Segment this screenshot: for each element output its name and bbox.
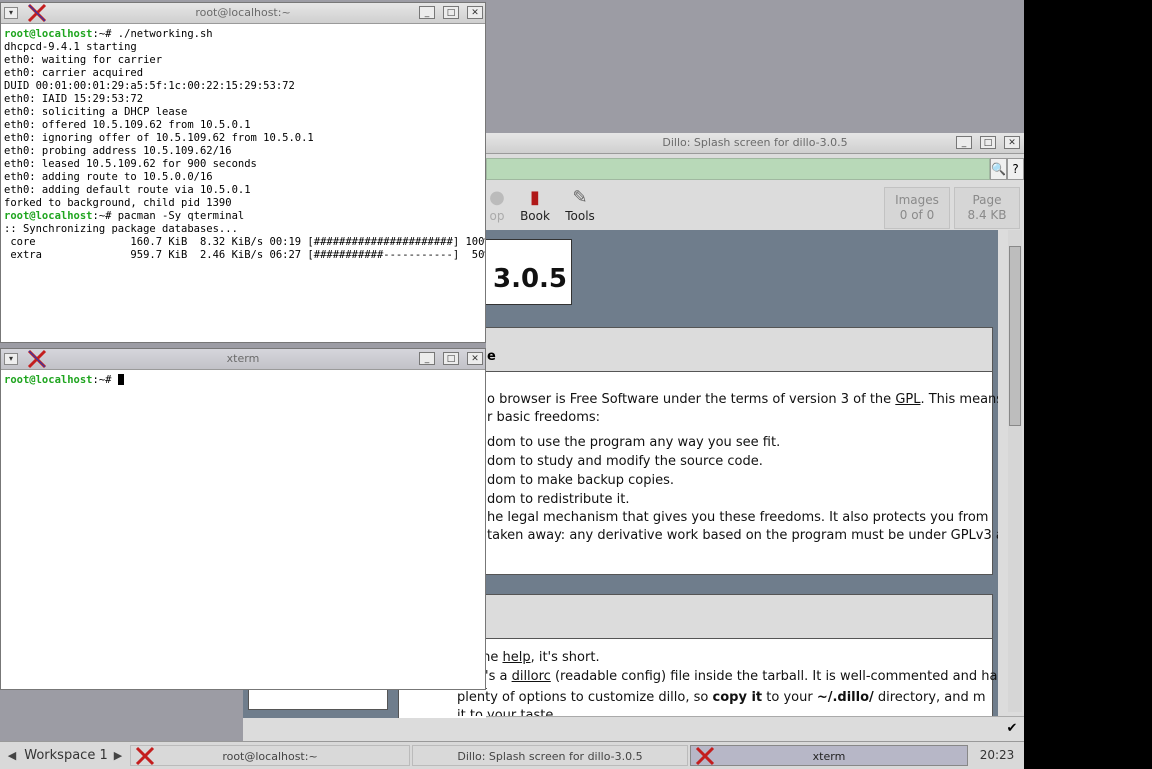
terminal-line: DUID 00:01:00:01:29:a5:5f:1c:00:22:15:29… (4, 80, 295, 92)
x-logo-icon (135, 746, 155, 766)
terminal-line: eth0: adding default route via 10.5.0.1 (4, 184, 251, 196)
terminal-line: eth0: leased 10.5.109.62 for 900 seconds (4, 158, 257, 170)
help-icon[interactable]: ? (1007, 158, 1024, 180)
task-dillo[interactable]: Dillo: Splash screen for dillo-3.0.5 (412, 745, 688, 766)
tools-icon: ✎ (572, 187, 588, 208)
terminal-line: eth0: probing address 10.5.109.62/16 (4, 145, 232, 157)
terminal-prompt: root@localhost (4, 28, 93, 40)
terminal-line: dhcpcd-9.4.1 starting (4, 41, 137, 53)
x-logo-icon (695, 746, 715, 766)
check-icon: ✔ (1006, 721, 1018, 736)
bookmarks-button[interactable]: ▮ Book (518, 187, 552, 223)
terminal-line: core 160.7 KiB 8.32 KiB/s 00:19 [#######… (4, 236, 485, 248)
search-icon[interactable]: 🔍 (990, 158, 1007, 180)
dillo-status-bar: ✔ (486, 716, 1024, 742)
stop-button[interactable]: ● op (486, 187, 508, 223)
terminal-line: :: Synchronizing package databases... (4, 223, 238, 235)
tools-button[interactable]: ✎ Tools (562, 187, 598, 223)
terminal-line: eth0: IAID 15:29:53:72 (4, 93, 144, 105)
terminal-line: extra 959.7 KiB 2.46 KiB/s 06:27 [######… (4, 249, 485, 261)
terminal1-titlebar[interactable]: ▾ root@localhost:~ _ □ ✕ (1, 3, 485, 24)
page-size-status: Page 8.4 KB (954, 187, 1020, 229)
text-cursor (117, 374, 124, 385)
gpl-link[interactable]: GPL (895, 392, 920, 407)
taskbar: ◀ Workspace 1 ▶ root@localhost:~ Dillo: … (0, 741, 1024, 769)
terminal1-output[interactable]: root@localhost:~# ./networking.sh dhcpcd-… (1, 24, 485, 342)
task-terminal1[interactable]: root@localhost:~ (130, 745, 410, 766)
section-body-1: o browser is Free Software under the ter… (486, 371, 998, 575)
minimize-button[interactable]: _ (419, 6, 435, 19)
stop-icon: ● (489, 187, 505, 208)
workspace-label[interactable]: Workspace 1 (22, 745, 110, 766)
dillo-titlebar[interactable]: Dillo: Splash screen for dillo-3.0.5 _ □… (486, 133, 1024, 154)
minimize-button[interactable]: _ (419, 352, 435, 365)
section-header-2 (486, 594, 993, 640)
dillorc-link[interactable]: dillorc (512, 669, 551, 684)
dillo-text-overflow: plenty of options to customize dillo, so… (457, 690, 985, 716)
dillo-window: Dillo: Splash screen for dillo-3.0.5 _ □… (486, 133, 1024, 741)
dillo-title: Dillo: Splash screen for dillo-3.0.5 (662, 136, 848, 149)
terminal-prompt: root@localhost (4, 210, 93, 222)
minimize-button[interactable]: _ (956, 136, 972, 149)
terminal-window-2: ▾ xterm _ □ ✕ root@localhost:~# (0, 348, 486, 690)
terminal2-title: xterm (226, 352, 260, 365)
terminal1-title: root@localhost:~ (195, 6, 291, 19)
terminal-line: eth0: ignoring offer of 10.5.109.62 from… (4, 132, 314, 144)
terminal-prompt: root@localhost (4, 374, 93, 386)
close-button[interactable]: ✕ (1004, 136, 1020, 149)
maximize-button[interactable]: □ (980, 136, 996, 149)
terminal-line: forked to background, child pid 1390 (4, 197, 232, 209)
terminal-window-1: ▾ root@localhost:~ _ □ ✕ root@localhost:… (0, 2, 486, 343)
workspace-prev-icon[interactable]: ◀ (6, 745, 18, 766)
images-status: Images 0 of 0 (884, 187, 950, 229)
dillo-page-left (243, 688, 487, 741)
terminal2-output[interactable]: root@localhost:~# (1, 370, 485, 689)
terminal2-titlebar[interactable]: ▾ xterm _ □ ✕ (1, 349, 485, 370)
section-header-1: e (486, 327, 993, 373)
book-icon: ▮ (530, 187, 540, 208)
maximize-button[interactable]: □ (443, 352, 459, 365)
clock: 20:23 (979, 748, 1015, 762)
scrollbar-thumb[interactable] (1009, 246, 1021, 426)
terminal-line: eth0: soliciting a DHCP lease (4, 106, 188, 118)
page-content[interactable]: 3.0.5 e o browser is Free Software under… (486, 230, 998, 720)
close-button[interactable]: ✕ (467, 352, 483, 365)
version-text: 3.0.5 (493, 264, 568, 294)
maximize-button[interactable]: □ (443, 6, 459, 19)
terminal-line: eth0: waiting for carrier (4, 54, 163, 66)
help-link[interactable]: help (502, 650, 530, 665)
terminal-line: eth0: offered 10.5.109.62 from 10.5.0.1 (4, 119, 251, 131)
terminal-line: root@localhost:~# ./networking.sh (4, 28, 213, 40)
terminal-line: eth0: adding route to 10.5.0.0/16 (4, 171, 213, 183)
vertical-scrollbar[interactable] (1008, 230, 1022, 712)
task-xterm[interactable]: xterm (690, 745, 968, 766)
terminal-line: root@localhost:~# pacman -Sy qterminal (4, 210, 245, 222)
close-button[interactable]: ✕ (467, 6, 483, 19)
workspace-next-icon[interactable]: ▶ (112, 745, 124, 766)
version-banner: 3.0.5 (486, 239, 572, 305)
terminal-line: eth0: carrier acquired (4, 67, 144, 79)
url-input[interactable] (486, 158, 990, 180)
